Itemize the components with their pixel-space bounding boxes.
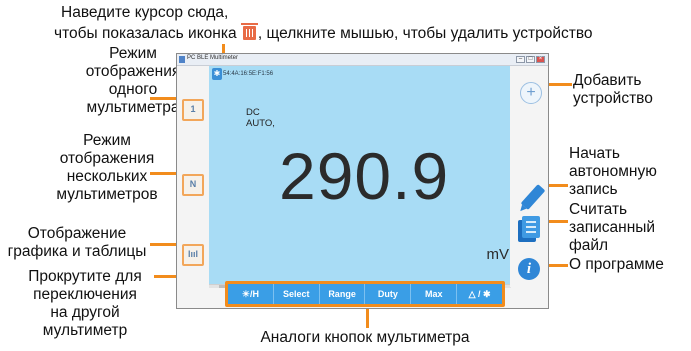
scroll-line: мультиметр	[42, 322, 128, 339]
multi-mode-button[interactable]: N	[182, 174, 204, 196]
connector-record	[548, 184, 568, 187]
chart-icon: lııl	[187, 249, 198, 259]
main-reading: 290.9	[279, 139, 450, 213]
read-file-note: Считать записанный файл	[569, 201, 655, 255]
duty-button[interactable]: Duty	[365, 284, 412, 304]
single-mode-line: мультиметра	[86, 99, 180, 116]
hover-delete-note: Наведите курсор сюда, чтобы показалась и…	[54, 4, 674, 43]
chart-table-line: графика и таблицы	[7, 243, 147, 260]
bluetooth-icon[interactable]: ✱	[212, 68, 222, 80]
chart-table-line: Отображение	[27, 225, 127, 242]
connector-about	[548, 264, 568, 267]
single-mode-line: отображения	[85, 63, 181, 80]
file-icon[interactable]	[518, 216, 540, 242]
left-toolbar: 1 N lııl	[177, 66, 209, 287]
maximize-button[interactable]: □	[526, 56, 535, 63]
multi-mode-line: мультиметров	[56, 186, 158, 203]
range-button[interactable]: Range	[320, 284, 366, 304]
single-mode-button[interactable]: 1	[182, 99, 204, 121]
info-icon[interactable]: i	[518, 258, 540, 280]
right-toolbar: + i	[510, 66, 548, 287]
chart-table-note: Отображение графика и таблицы	[2, 225, 152, 261]
max-button[interactable]: Max	[411, 284, 458, 304]
multi-mode-line: нескольких	[66, 168, 148, 185]
light-hold-button[interactable]: ☀/H	[228, 284, 274, 304]
scroll-note: Прокрутите для переключения на другой му…	[16, 268, 154, 340]
multi-mode-note: Режим отображения нескольких мультиметро…	[32, 132, 182, 204]
multi-mode-line: отображения	[59, 150, 155, 167]
read-file-line: Считать	[569, 201, 628, 218]
trash-icon	[240, 23, 258, 40]
multi-mode-line: Режим	[83, 132, 131, 149]
relative-bluetooth-button[interactable]: △ / ✱	[457, 284, 502, 304]
app-icon	[179, 56, 185, 63]
minimize-button[interactable]: –	[516, 56, 525, 63]
start-recording-note: Начать автономную запись	[569, 145, 657, 199]
read-file-line: файл	[569, 237, 609, 254]
multi-mode-label: N	[189, 179, 197, 189]
chart-table-button[interactable]: lııl	[182, 244, 204, 266]
unit-label: mV	[486, 246, 510, 263]
lcd-display[interactable]: ✱ 54:4A:16:5E:F1:56 DC AUTO, 290.9 mV	[209, 66, 511, 284]
start-recording-line: Начать	[569, 145, 621, 162]
mode-line-1: DC	[246, 107, 260, 118]
start-recording-line: запись	[569, 181, 618, 198]
connector-add	[548, 83, 572, 86]
scroll-line: Прокрутите для	[28, 268, 142, 285]
device-id: 54:4A:16:5E:F1:56	[223, 71, 274, 77]
mode-line-2: AUTO,	[246, 118, 275, 129]
mode-indicator: DC AUTO,	[246, 107, 275, 129]
start-recording-line: автономную	[569, 163, 657, 180]
hover-delete-line-1: Наведите курсор сюда,	[61, 4, 229, 21]
app-window: PC BLE Multimeter – □ × 1 N lııl ✱ 54:4A…	[176, 53, 549, 309]
window-title: PC BLE Multimeter	[187, 55, 239, 61]
single-mode-note: Режим отображения одного мультиметра	[84, 45, 182, 117]
hover-delete-line-2a: чтобы показалась иконка	[54, 25, 237, 42]
single-mode-line: Режим	[109, 45, 157, 62]
connector-file	[548, 220, 568, 223]
single-mode-label: 1	[190, 104, 196, 114]
add-device-line: Добавить	[573, 72, 642, 89]
multimeter-buttons: ☀/H Select Range Duty Max △ / ✱	[225, 281, 505, 307]
add-device-icon[interactable]: +	[520, 82, 542, 104]
hover-delete-line-2b: , щелкните мышью, чтобы удалить устройст…	[257, 25, 593, 42]
button-analogs-note: Аналоги кнопок мультиметра	[260, 329, 470, 346]
about-note: О программе	[569, 256, 664, 273]
title-bar: PC BLE Multimeter – □ ×	[177, 54, 548, 66]
pen-icon[interactable]	[520, 183, 546, 211]
scroll-line: переключения	[33, 286, 137, 303]
read-file-line: записанный	[569, 219, 656, 236]
select-button[interactable]: Select	[274, 284, 320, 304]
add-device-note: Добавить устройство	[573, 72, 653, 108]
add-device-line: устройство	[573, 90, 653, 107]
close-button[interactable]: ×	[536, 56, 545, 63]
connector-buttons	[366, 306, 369, 328]
scroll-line: на другой	[50, 304, 120, 321]
